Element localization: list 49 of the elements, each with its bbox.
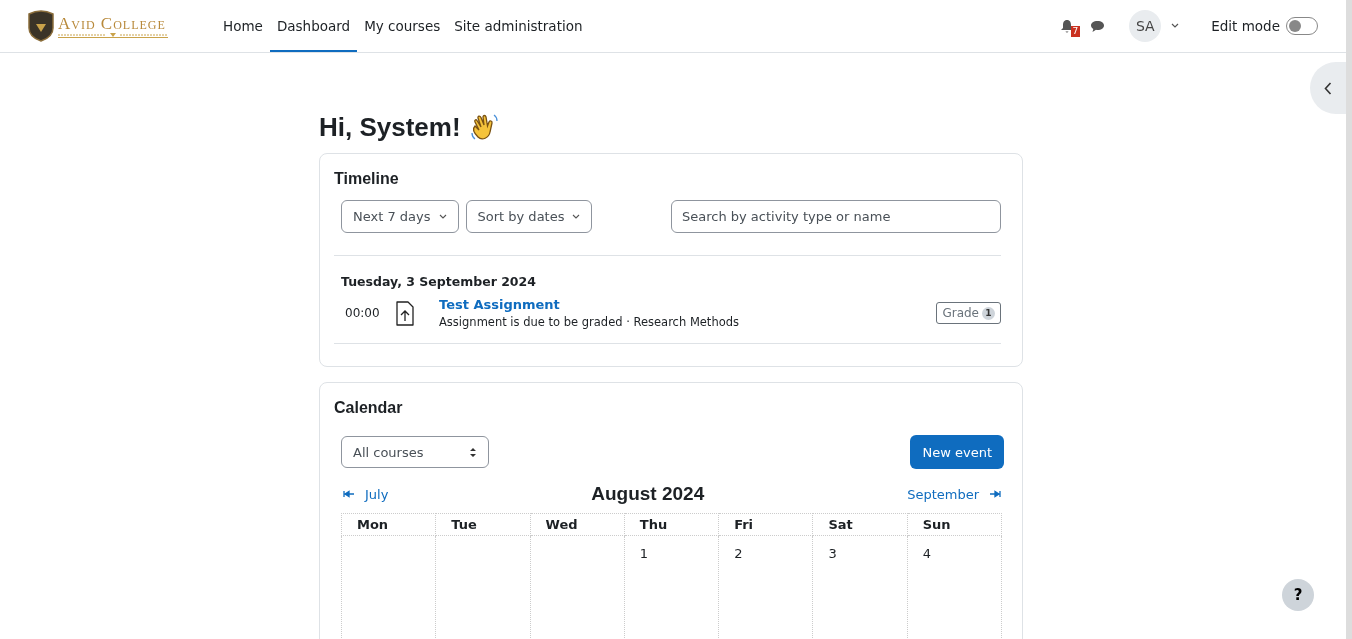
notification-count: 7: [1070, 25, 1081, 37]
nav-link[interactable]: Site administration: [447, 0, 590, 52]
month-heading: August 2024: [591, 483, 705, 505]
drawer-toggle-button[interactable]: [1310, 62, 1346, 114]
arrow-left-icon: [343, 490, 355, 498]
grade-button[interactable]: Grade 1: [936, 302, 1001, 324]
day-number[interactable]: 3: [828, 546, 837, 561]
notifications-button[interactable]: 7: [1059, 18, 1081, 34]
nav-link[interactable]: Dashboard: [269, 0, 358, 52]
chevron-down-icon[interactable]: [1171, 23, 1180, 29]
chevron-down-icon: [438, 213, 447, 220]
day-number[interactable]: 2: [734, 546, 743, 561]
new-event-button[interactable]: New event: [910, 435, 1004, 469]
college-name: Avid College: [58, 14, 167, 32]
sort-arrows-icon: [469, 446, 477, 458]
weekday-header: Mon: [357, 517, 389, 532]
tagline-rule-icon: [58, 32, 168, 37]
greeting-heading: Hi, System!: [319, 111, 461, 143]
event-time: 00:00: [345, 306, 381, 320]
nav-link[interactable]: My courses: [357, 0, 448, 52]
next-month-link[interactable]: September: [907, 486, 1001, 502]
course-select[interactable]: All courses: [341, 436, 489, 468]
search-field[interactable]: Search by activity type or name: [671, 200, 1001, 233]
help-button[interactable]: ?: [1282, 579, 1314, 611]
weekday-header: Sun: [922, 517, 951, 532]
file-upload-icon: [395, 300, 415, 326]
edit-mode-label: Edit mode: [1211, 18, 1280, 34]
day-number[interactable]: 4: [922, 546, 931, 561]
event-detail: Assignment is due to be graded · Research Methods: [439, 315, 740, 329]
weekday-header: Fri: [734, 517, 754, 532]
day-number[interactable]: 1: [639, 546, 649, 561]
card-title: Calendar: [334, 399, 404, 417]
card-title: Timeline: [334, 170, 400, 188]
weekday-header: Wed: [545, 517, 578, 532]
weekday-header: Sat: [828, 517, 853, 532]
user-avatar[interactable]: SA: [1129, 10, 1162, 42]
date-heading: Tuesday, 3 September 2024: [341, 274, 537, 289]
chat-bubble-icon[interactable]: [1090, 19, 1106, 33]
event-link[interactable]: Test Assignment: [439, 297, 937, 312]
previous-month-link[interactable]: July: [343, 486, 389, 502]
arrow-right-icon: [989, 490, 1001, 498]
chevron-left-icon: [1324, 81, 1332, 95]
chevron-down-icon: [572, 213, 581, 220]
nav-link[interactable]: Home: [216, 0, 270, 52]
weekday-header: Tue: [451, 517, 477, 532]
sort-dropdown[interactable]: Sort by dates: [465, 200, 593, 233]
weekday-header: Thu: [639, 517, 668, 532]
crest-icon: [26, 10, 56, 42]
day-filter-dropdown[interactable]: Next 7 days: [341, 200, 459, 233]
